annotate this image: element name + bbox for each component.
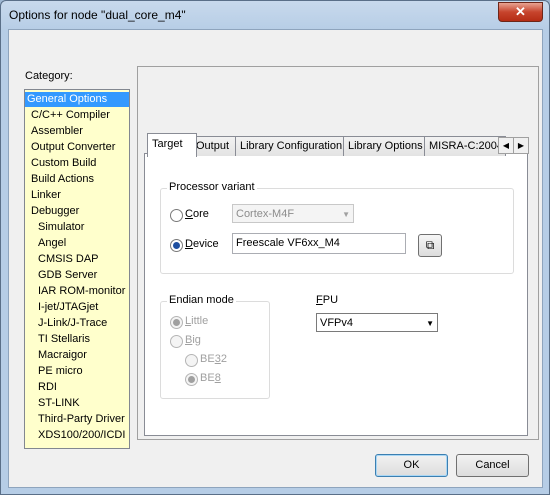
tab-library-options[interactable]: Library Options xyxy=(343,136,430,156)
be8-label-a: BE xyxy=(200,372,215,384)
little-endian-radio[interactable] xyxy=(170,316,183,329)
window-title: Options for node "dual_core_m4" xyxy=(9,8,186,22)
device-list-icon: ⧉ xyxy=(425,238,435,252)
big-label-rest: ig xyxy=(192,334,201,346)
category-item[interactable]: Assembler xyxy=(31,124,83,139)
category-item[interactable]: ST-LINK xyxy=(38,396,80,411)
category-item[interactable]: XDS100/200/ICDI xyxy=(38,428,125,443)
category-item[interactable]: Output Converter xyxy=(31,140,115,155)
little-label-rest: ittle xyxy=(191,315,209,327)
be32-label-a: BE xyxy=(200,353,215,365)
fpu-value: VFPv4 xyxy=(320,317,354,329)
endian-mode-title: Endian mode xyxy=(167,294,236,306)
tab-target[interactable]: Target xyxy=(147,133,197,157)
core-select[interactable]: Cortex-M4F ▼ xyxy=(232,204,354,223)
category-item[interactable]: General Options xyxy=(25,92,129,107)
tab-misra-c-2004[interactable]: MISRA-C:2004 xyxy=(424,136,506,156)
category-item[interactable]: Third-Party Driver xyxy=(38,412,125,427)
fpu-select[interactable]: VFPv4 ▼ xyxy=(316,313,438,332)
category-item[interactable]: Simulator xyxy=(38,220,84,235)
core-value: Cortex-M4F xyxy=(236,208,295,220)
chevron-right-icon: ▶ xyxy=(517,141,525,150)
tab-library-configuration[interactable]: Library Configuration xyxy=(235,136,349,156)
device-radio[interactable] xyxy=(170,239,183,252)
processor-variant-group: Processor variant xyxy=(160,181,514,274)
category-item[interactable]: TI Stellaris xyxy=(38,332,90,347)
processor-variant-title: Processor variant xyxy=(167,181,257,193)
be8-label: BE8 xyxy=(200,372,221,384)
category-list[interactable]: General Options C/C++ Compiler Assembler Ou… xyxy=(24,89,130,449)
ok-button[interactable]: OK xyxy=(375,454,448,477)
big-endian-radio[interactable] xyxy=(170,335,183,348)
cancel-button[interactable]: Cancel xyxy=(456,454,529,477)
tab-scroll-right[interactable]: ▶ xyxy=(513,137,529,154)
tab-scroll-left[interactable]: ◀ xyxy=(498,137,514,154)
little-endian-label: Little xyxy=(185,315,209,327)
category-item[interactable]: PE micro xyxy=(38,364,83,379)
big-endian-label: Big xyxy=(185,334,201,346)
category-item[interactable]: CMSIS DAP xyxy=(38,252,99,267)
category-item[interactable]: C/C++ Compiler xyxy=(31,108,110,123)
ok-label: OK xyxy=(403,459,420,471)
core-label: Core xyxy=(185,208,209,220)
device-value: Freescale VF6xx_M4 xyxy=(236,237,340,249)
category-item[interactable]: Custom Build xyxy=(31,156,96,171)
category-item[interactable]: GDB Server xyxy=(38,268,97,283)
fpu-label: FPU xyxy=(316,294,339,306)
category-label: Category: xyxy=(25,70,73,82)
core-radio[interactable] xyxy=(170,209,183,222)
chevron-down-icon: ▼ xyxy=(342,210,350,219)
category-item[interactable]: Linker xyxy=(31,188,61,203)
cancel-label: Cancel xyxy=(475,459,510,471)
chevron-left-icon: ◀ xyxy=(502,141,510,150)
be8-radio[interactable] xyxy=(185,373,198,386)
device-label-rest: evice xyxy=(192,238,219,250)
fpu-label-rest: PU xyxy=(322,294,339,306)
close-icon: ✕ xyxy=(515,4,526,19)
close-button[interactable]: ✕ xyxy=(498,2,543,22)
tab-output[interactable]: Output xyxy=(191,136,241,156)
category-item[interactable]: IAR ROM-monitor xyxy=(38,284,125,299)
category-item[interactable]: J-Link/J-Trace xyxy=(38,316,107,331)
category-item[interactable]: Build Actions xyxy=(31,172,94,187)
category-item[interactable]: Macraigor xyxy=(38,348,87,363)
be32-radio[interactable] xyxy=(185,354,198,367)
device-field[interactable]: Freescale VF6xx_M4 xyxy=(232,233,406,254)
be32-label-b: 2 xyxy=(220,353,227,365)
device-label: Device xyxy=(185,238,219,250)
title-bar: Options for node "dual_core_m4" ✕ xyxy=(1,1,549,29)
category-item[interactable]: Debugger xyxy=(31,204,79,219)
category-item[interactable]: RDI xyxy=(38,380,57,395)
be32-label: BE32 xyxy=(200,353,227,365)
category-item[interactable]: Angel xyxy=(38,236,66,251)
chevron-down-icon: ▼ xyxy=(426,319,434,328)
core-label-rest: ore xyxy=(192,208,209,220)
device-browse-button[interactable]: ⧉ xyxy=(418,234,442,257)
category-item[interactable]: I-jet/JTAGjet xyxy=(38,300,98,315)
